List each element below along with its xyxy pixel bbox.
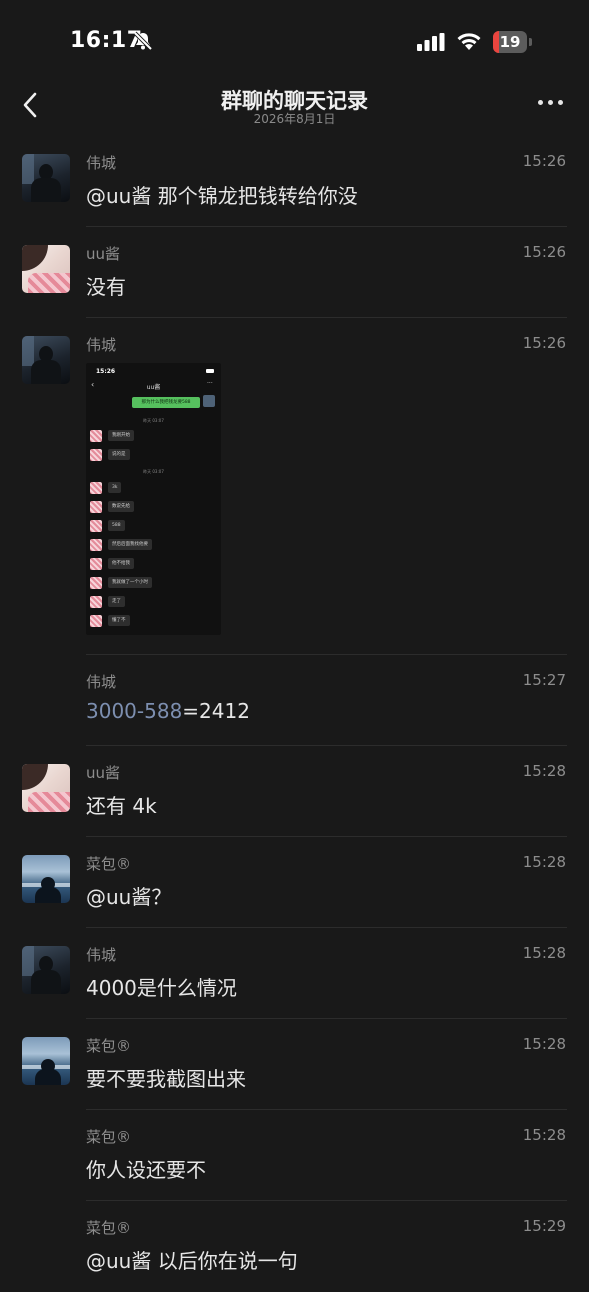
message-row[interactable]: 菜包® 15:28 你人设还要不 [0, 1110, 589, 1201]
avatar-weicheng[interactable] [22, 946, 70, 994]
avatar-weicheng[interactable] [22, 336, 70, 384]
battery-indicator: 19 [493, 31, 527, 53]
message-row[interactable]: uu酱 15:26 没有 [0, 227, 589, 318]
message-row[interactable]: 伟城 15:28 4000是什么情况 [0, 928, 589, 1019]
shot-status-time: 15:26 [96, 368, 116, 375]
message-text: 4000是什么情况 [86, 976, 237, 1000]
message-time: 15:28 [522, 1126, 566, 1144]
message-row[interactable]: uu酱 15:28 还有 4k [0, 746, 589, 837]
message-text: 还有 4k [86, 794, 157, 818]
shot-sent-bubble: 那为什么我把钱龙要588 [132, 397, 200, 408]
message-text: 你人设还要不 [86, 1158, 206, 1182]
message-time: 15:27 [522, 671, 566, 689]
shot-bubble: 他不给我 [108, 558, 134, 569]
message-text: 没有 [86, 275, 126, 299]
sender-name: 菜包® [86, 855, 132, 873]
shot-bubble: 我刚开始 [108, 430, 134, 441]
message-row[interactable]: 伟城 15:27 3000-588=2412 [0, 655, 589, 746]
shot-bubble: 走了 [108, 596, 125, 607]
sender-name: 菜包® [86, 1128, 132, 1146]
page-subtitle-date: 2026年8月1日 [253, 112, 336, 126]
status-bar: 16:17 19 [0, 0, 589, 80]
message-time: 15:28 [522, 853, 566, 871]
shot-bubble: 然后后面我找他要 [108, 539, 152, 550]
shot-time-label: 昨天 03:07 [143, 469, 164, 474]
shot-battery-icon [206, 369, 214, 373]
message-time: 15:26 [522, 152, 566, 170]
shot-title: uu酱 [146, 384, 161, 391]
sender-name: 菜包® [86, 1037, 132, 1055]
more-options-icon[interactable] [538, 100, 564, 108]
message-row[interactable]: 菜包® 15:28 @uu酱？ [0, 837, 589, 928]
avatar-weicheng[interactable] [22, 154, 70, 202]
shot-more-icon: ··· [207, 380, 213, 387]
message-row-image[interactable]: 伟城 15:26 15:26 ‹ uu酱 ··· 那为什么我把钱龙要588 昨天… [0, 318, 589, 655]
cellular-signal-icon [417, 33, 445, 51]
sender-name: 伟城 [86, 673, 117, 691]
message-row[interactable]: 菜包® 15:29 @uu酱 以后你在说一句 [0, 1201, 589, 1292]
sender-name: 伟城 [86, 946, 117, 964]
status-time: 16:17 [70, 28, 143, 53]
avatar-uu[interactable] [22, 245, 70, 293]
message-time: 15:28 [522, 762, 566, 780]
sender-name: 伟城 [86, 336, 117, 354]
shot-bubble: 3k [108, 482, 122, 493]
message-text: @uu酱？ [86, 885, 172, 909]
message-time: 15:29 [522, 1217, 566, 1235]
avatar-caibao[interactable] [22, 1037, 70, 1085]
nav-header: 群聊的聊天记录 2026年8月1日 [0, 80, 589, 136]
message-time: 15:26 [522, 243, 566, 261]
shot-bubble: 数说先给 [108, 501, 134, 512]
message-row[interactable]: 伟城 15:26 @uu酱 那个锦龙把钱转给你没 [0, 136, 589, 227]
avatar-uu[interactable] [22, 764, 70, 812]
screenshot-image[interactable]: 15:26 ‹ uu酱 ··· 那为什么我把钱龙要588 昨天 03:07 我刚… [86, 363, 221, 635]
message-text-rest: =2412 [182, 699, 250, 723]
shot-bubble: 懂了不 [108, 615, 130, 626]
phone-number-link[interactable]: 3000-588 [86, 699, 182, 723]
shot-time-label: 昨天 03:07 [143, 418, 164, 423]
message-time: 15:28 [522, 1035, 566, 1053]
avatar-caibao[interactable] [22, 855, 70, 903]
message-text: 要不要我截图出来 [86, 1067, 246, 1091]
silent-bell-icon [133, 31, 153, 51]
shot-bubble: 588 [108, 520, 125, 531]
battery-percent: 19 [499, 33, 521, 51]
message-row[interactable]: 菜包® 15:28 要不要我截图出来 [0, 1019, 589, 1110]
message-text: 3000-588=2412 [86, 699, 250, 723]
message-time: 15:26 [522, 334, 566, 352]
sender-name: uu酱 [86, 764, 121, 782]
chat-record-list: 伟城 15:26 @uu酱 那个锦龙把钱转给你没 uu酱 15:26 没有 伟城… [0, 136, 589, 1292]
message-time: 15:28 [522, 944, 566, 962]
shot-bubble: 我就做了一个小时 [108, 577, 152, 588]
battery-tip [529, 38, 532, 46]
message-text: @uu酱 那个锦龙把钱转给你没 [86, 184, 358, 208]
shot-bubble: 说的是 [108, 449, 130, 460]
shot-input-bar [89, 633, 217, 635]
message-text: @uu酱 以后你在说一句 [86, 1249, 298, 1273]
shot-self-avatar [203, 395, 215, 407]
wifi-icon [457, 33, 481, 50]
sender-name: uu酱 [86, 245, 121, 263]
sender-name: 伟城 [86, 154, 117, 172]
sender-name: 菜包® [86, 1219, 132, 1237]
